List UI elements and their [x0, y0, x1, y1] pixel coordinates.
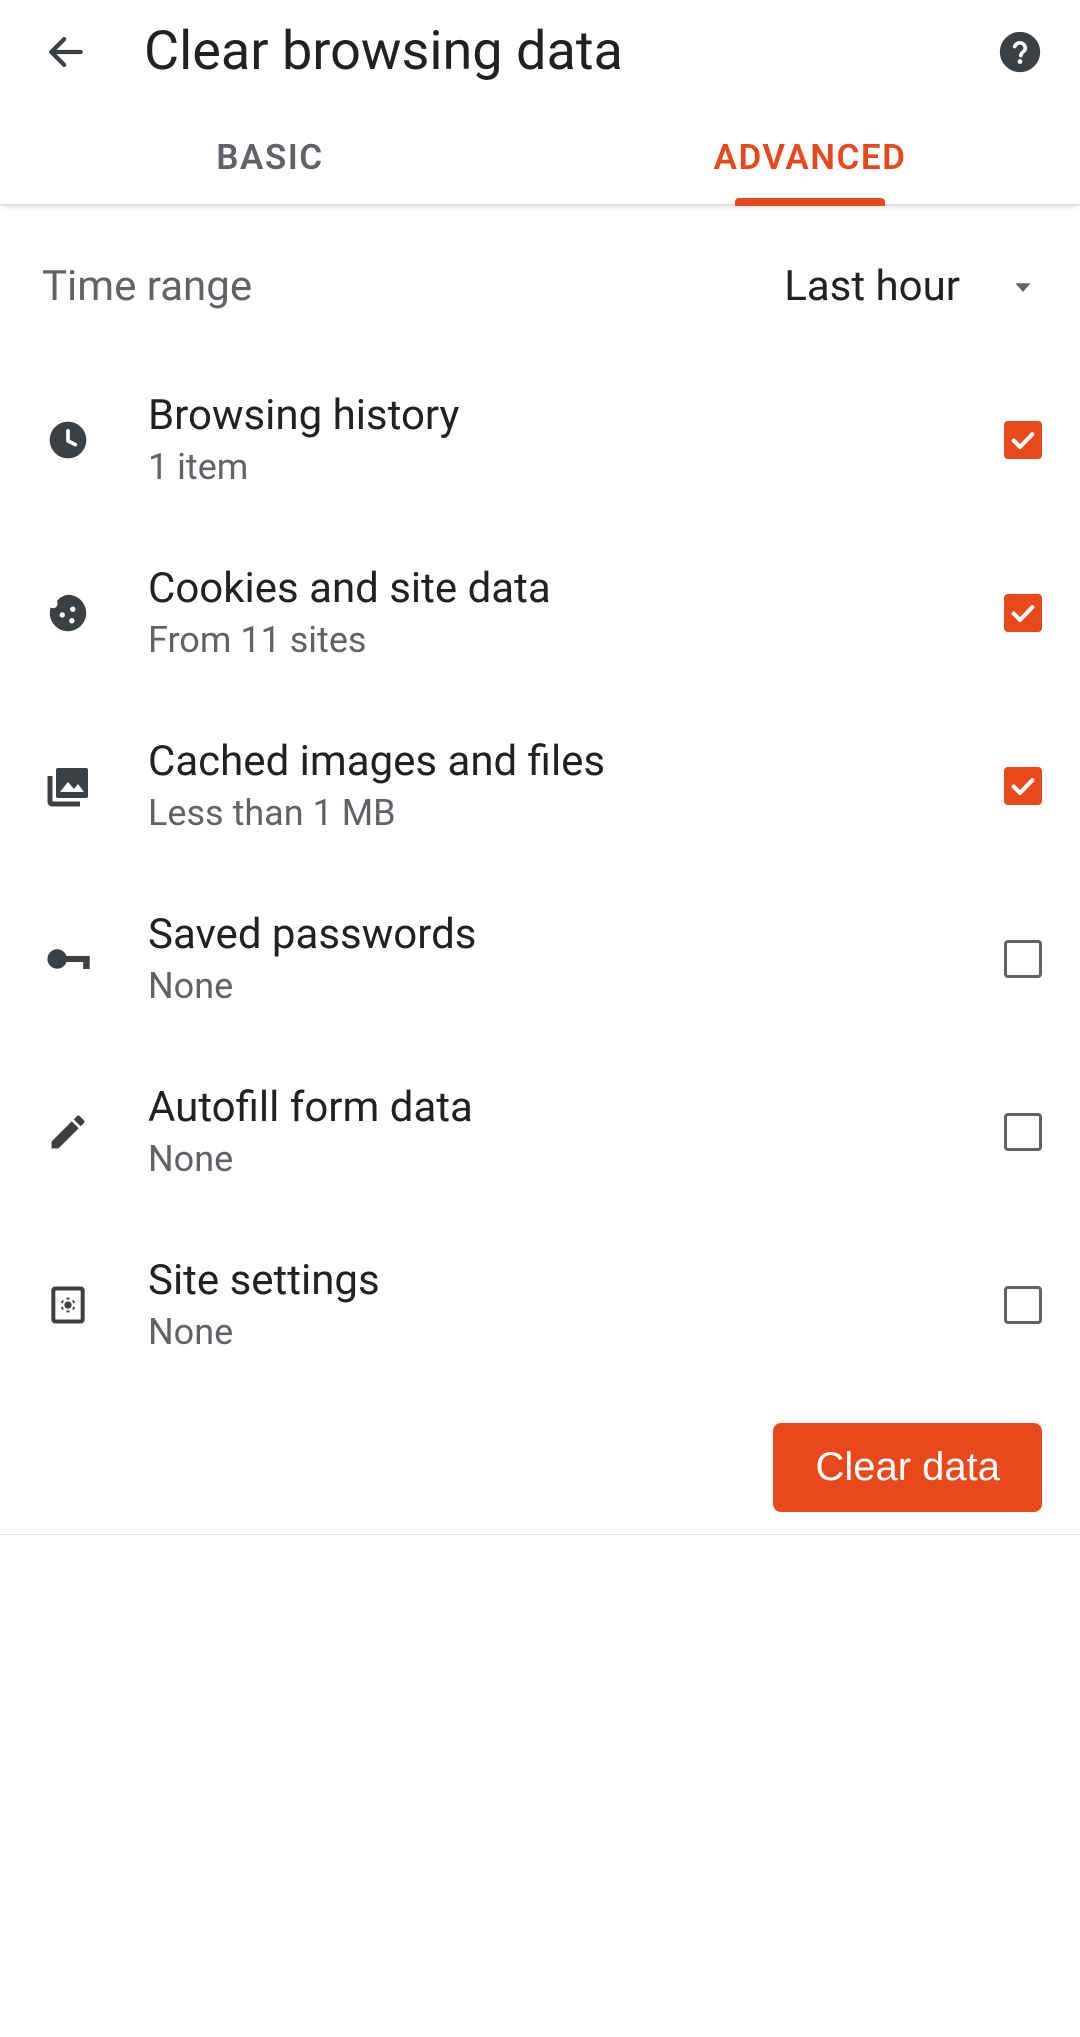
item-title: Cookies and site data [148, 564, 1004, 613]
item-browsing-history[interactable]: Browsing history 1 item [0, 353, 1080, 526]
checkbox-passwords[interactable] [1004, 940, 1042, 978]
time-range-row[interactable]: Time range Last hour [0, 206, 1080, 353]
checkbox-history[interactable] [1004, 421, 1042, 459]
arrow-left-icon [44, 30, 88, 74]
check-icon [1009, 599, 1037, 627]
item-subtitle: From 11 sites [148, 619, 1004, 661]
header: Clear browsing data [0, 0, 1080, 107]
tabs: BASIC ADVANCED [0, 107, 1080, 206]
pencil-icon [38, 1102, 98, 1162]
item-passwords[interactable]: Saved passwords None [0, 872, 1080, 1045]
settings-page-icon [38, 1275, 98, 1335]
item-subtitle: Less than 1 MB [148, 792, 1004, 834]
item-subtitle: None [148, 1311, 1004, 1353]
page-title: Clear browsing data [144, 20, 996, 83]
checkbox-cookies[interactable] [1004, 594, 1042, 632]
item-cache[interactable]: Cached images and files Less than 1 MB [0, 699, 1080, 872]
item-site-settings[interactable]: Site settings None [0, 1218, 1080, 1391]
check-icon [1009, 426, 1037, 454]
cookie-icon [38, 583, 98, 643]
image-stack-icon [38, 756, 98, 816]
back-button[interactable] [36, 22, 96, 82]
tab-basic[interactable]: BASIC [0, 107, 540, 204]
item-title: Site settings [148, 1256, 1004, 1305]
chevron-down-icon [1008, 272, 1038, 302]
item-autofill[interactable]: Autofill form data None [0, 1045, 1080, 1218]
item-title: Saved passwords [148, 910, 1004, 959]
item-cookies[interactable]: Cookies and site data From 11 sites [0, 526, 1080, 699]
checkbox-cache[interactable] [1004, 767, 1042, 805]
footer: Clear data [0, 1401, 1080, 1535]
item-subtitle: None [148, 965, 1004, 1007]
help-icon [998, 30, 1042, 74]
checkbox-site-settings[interactable] [1004, 1286, 1042, 1324]
tab-advanced[interactable]: ADVANCED [540, 107, 1080, 204]
clock-icon [38, 410, 98, 470]
help-button[interactable] [996, 28, 1044, 76]
item-subtitle: 1 item [148, 446, 1004, 488]
clear-data-button[interactable]: Clear data [773, 1423, 1042, 1512]
checkbox-autofill[interactable] [1004, 1113, 1042, 1151]
item-title: Browsing history [148, 391, 1004, 440]
item-subtitle: None [148, 1138, 1004, 1180]
check-icon [1009, 772, 1037, 800]
item-title: Cached images and files [148, 737, 1004, 786]
key-icon [38, 929, 98, 989]
item-title: Autofill form data [148, 1083, 1004, 1132]
time-range-label: Time range [42, 262, 252, 311]
time-range-value: Last hour [784, 262, 960, 311]
